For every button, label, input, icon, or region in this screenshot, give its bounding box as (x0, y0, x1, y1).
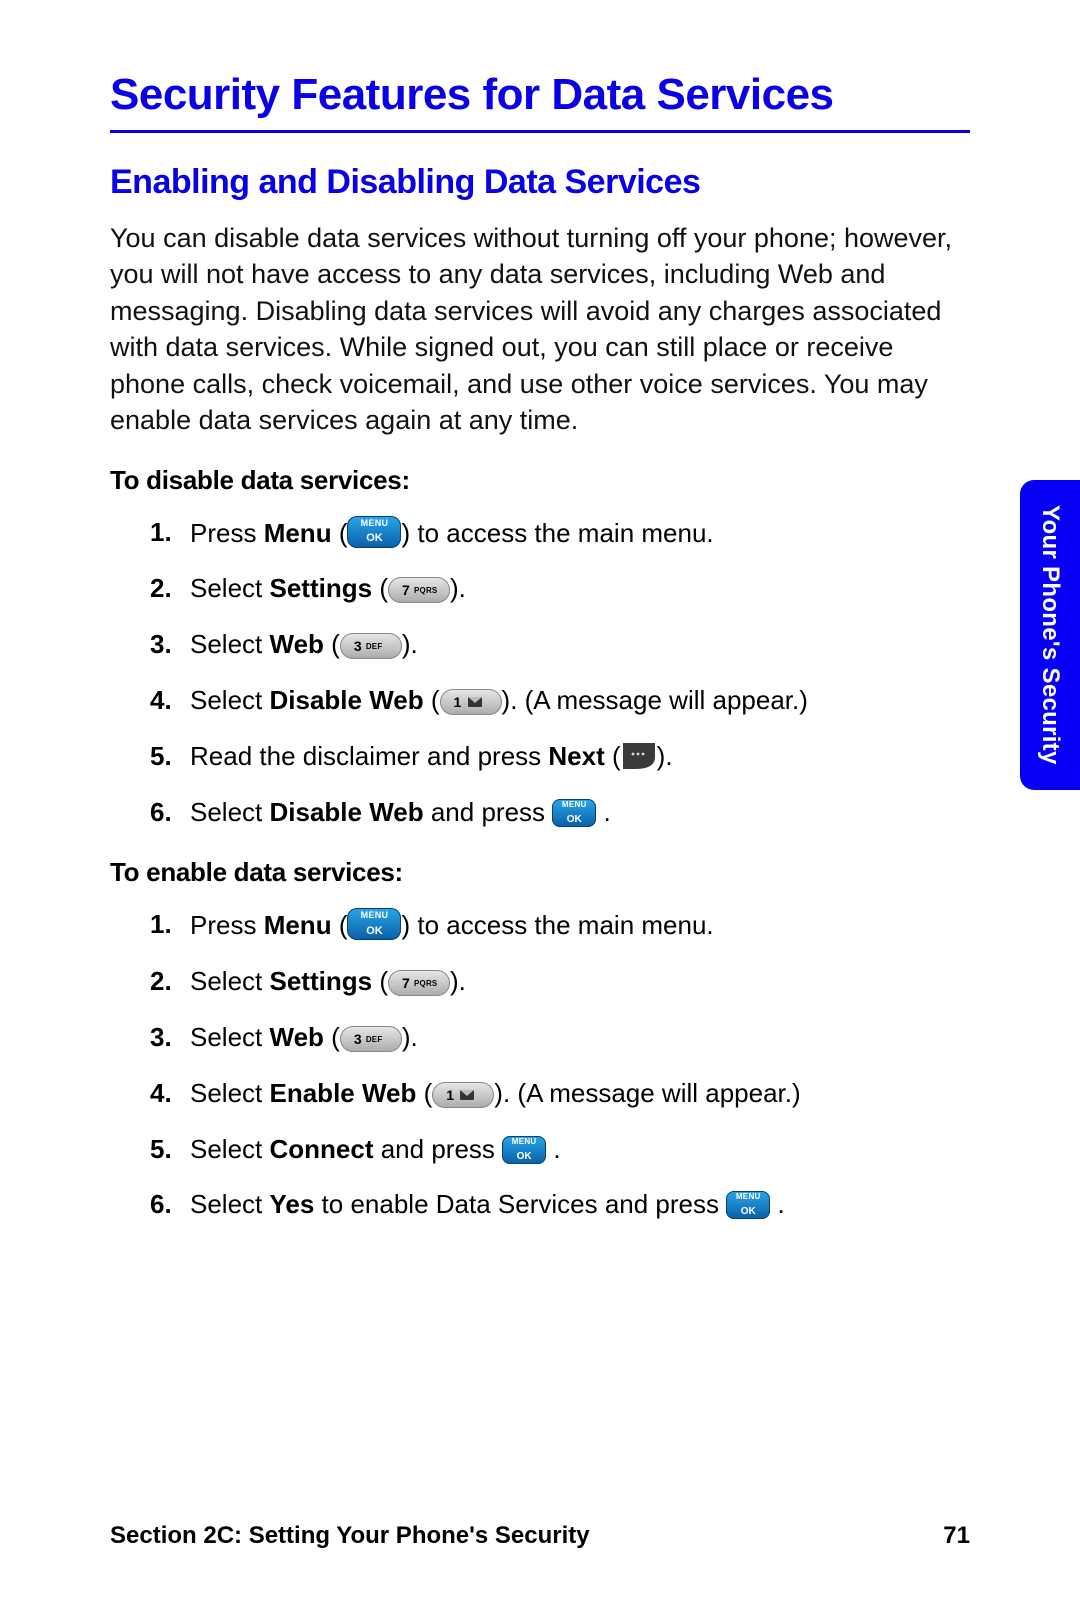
key-7-icon: 7PQRS (388, 970, 450, 996)
disable-heading: To disable data services: (110, 465, 970, 496)
menu-ok-key-icon (502, 1136, 546, 1164)
menu-ok-key-icon (347, 908, 401, 940)
footer-section-label: Section 2C: Setting Your Phone's Securit… (110, 1522, 590, 1550)
page-footer: Section 2C: Setting Your Phone's Securit… (110, 1522, 970, 1550)
intro-paragraph: You can disable data services without tu… (110, 220, 970, 439)
enable-step-3: 3. Select Web (3DEF). (150, 1021, 970, 1055)
menu-ok-key-icon (347, 516, 401, 548)
enable-step-4: 4. Select Enable Web (1). (A message wil… (150, 1077, 970, 1111)
enable-step-2: 2. Select Settings (7PQRS). (150, 965, 970, 999)
menu-ok-key-icon (552, 799, 596, 827)
key-3-icon: 3DEF (340, 1026, 402, 1052)
enable-step-1: 1. Press Menu () to access the main menu… (150, 908, 970, 943)
enable-step-5: 5. Select Connect and press . (150, 1133, 970, 1167)
subsection-title: Enabling and Disabling Data Services (110, 163, 970, 202)
disable-step-4: 4. Select Disable Web (1). (A message wi… (150, 684, 970, 718)
disable-step-6: 6. Select Disable Web and press . (150, 796, 970, 830)
key-7-icon: 7PQRS (388, 577, 450, 603)
enable-step-6: 6. Select Yes to enable Data Services an… (150, 1188, 970, 1222)
disable-step-3: 3. Select Web (3DEF). (150, 628, 970, 662)
side-tab: Your Phone's Security (1020, 480, 1080, 790)
key-3-icon: 3DEF (340, 633, 402, 659)
menu-ok-key-icon (726, 1191, 770, 1219)
disable-step-2: 2. Select Settings (7PQRS). (150, 572, 970, 606)
disable-step-1: 1. Press Menu () to access the main menu… (150, 516, 970, 551)
softkey-right-icon (621, 741, 657, 771)
disable-step-5: 5. Read the disclaimer and press Next ()… (150, 740, 970, 774)
disable-steps: 1. Press Menu () to access the main menu… (110, 516, 970, 830)
page-number: 71 (943, 1522, 970, 1550)
key-1-icon: 1 (440, 689, 502, 715)
title-rule (110, 130, 970, 133)
enable-heading: To enable data services: (110, 857, 970, 888)
enable-steps: 1. Press Menu () to access the main menu… (110, 908, 970, 1222)
key-1-icon: 1 (432, 1082, 494, 1108)
page-title: Security Features for Data Services (110, 70, 970, 120)
